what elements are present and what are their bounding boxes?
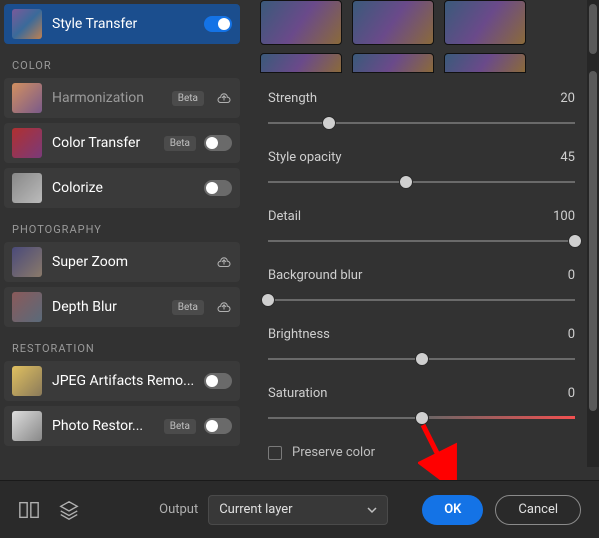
style-presets bbox=[244, 0, 599, 45]
filter-item[interactable]: Color TransferBeta bbox=[4, 123, 240, 163]
slider-value: 100 bbox=[553, 209, 575, 224]
slider-label: Background blur bbox=[268, 268, 362, 283]
slider-handle[interactable] bbox=[415, 411, 429, 425]
slider-track[interactable] bbox=[268, 293, 575, 307]
section-header: PHOTOGRAPHY bbox=[4, 213, 240, 242]
slider-value: 20 bbox=[560, 91, 575, 106]
slider-track[interactable] bbox=[268, 116, 575, 130]
filter-item[interactable]: Super Zoom bbox=[4, 242, 240, 282]
toggle-switch[interactable] bbox=[204, 418, 232, 434]
slider-handle[interactable] bbox=[322, 116, 336, 130]
filter-label: Super Zoom bbox=[52, 254, 212, 270]
toggle-switch[interactable] bbox=[204, 16, 232, 32]
slider-value: 0 bbox=[568, 327, 575, 342]
slider-label: Strength bbox=[268, 91, 317, 106]
slider-track[interactable] bbox=[268, 352, 575, 366]
cloud-icon bbox=[216, 92, 232, 105]
filter-icon bbox=[12, 173, 42, 203]
slider-handle[interactable] bbox=[415, 352, 429, 366]
output-select[interactable]: Current layer bbox=[208, 495, 388, 525]
ok-button[interactable]: OK bbox=[422, 495, 483, 525]
slider-handle[interactable] bbox=[568, 234, 582, 248]
slider-label: Saturation bbox=[268, 386, 327, 401]
section-header: COLOR bbox=[4, 49, 240, 78]
style-preset[interactable] bbox=[444, 0, 526, 45]
slider-handle[interactable] bbox=[261, 293, 275, 307]
beta-badge: Beta bbox=[172, 300, 204, 315]
filter-icon bbox=[12, 292, 42, 322]
slider-handle[interactable] bbox=[399, 175, 413, 189]
output-label: Output bbox=[159, 502, 198, 517]
beta-badge: Beta bbox=[172, 91, 204, 106]
style-preset[interactable] bbox=[352, 53, 434, 73]
presets-scrollbar[interactable] bbox=[587, 0, 599, 67]
filter-icon bbox=[12, 411, 42, 441]
filter-item[interactable]: JPEG Artifacts Remo... bbox=[4, 361, 240, 401]
filter-label: Photo Restor... bbox=[52, 418, 164, 434]
filter-icon bbox=[12, 83, 42, 113]
slider-control: Saturation 0 bbox=[268, 386, 575, 425]
toggle-switch[interactable] bbox=[204, 135, 232, 151]
cancel-button[interactable]: Cancel bbox=[495, 495, 581, 525]
section-header: RESTORATION bbox=[4, 332, 240, 361]
filter-label: Color Transfer bbox=[52, 135, 164, 151]
output-value: Current layer bbox=[219, 502, 292, 517]
style-presets-row2 bbox=[244, 45, 599, 73]
slider-value: 0 bbox=[568, 268, 575, 283]
toggle-switch[interactable] bbox=[204, 180, 232, 196]
filter-label: Style Transfer bbox=[52, 16, 204, 32]
cloud-icon bbox=[216, 301, 232, 314]
preserve-color-row: Preserve color bbox=[268, 445, 575, 460]
slider-control: Strength 20 bbox=[268, 91, 575, 130]
preserve-color-checkbox[interactable] bbox=[268, 446, 282, 460]
preserve-color-label: Preserve color bbox=[292, 445, 375, 460]
slider-value: 45 bbox=[560, 150, 575, 165]
filter-item[interactable]: Depth BlurBeta bbox=[4, 287, 240, 327]
sidebar: Style TransferCOLORHarmonizationBetaColo… bbox=[0, 0, 244, 467]
filter-label: Depth Blur bbox=[52, 299, 172, 315]
filter-icon bbox=[12, 128, 42, 158]
toggle-switch[interactable] bbox=[204, 373, 232, 389]
style-preset[interactable] bbox=[352, 0, 434, 45]
slider-control: Background blur 0 bbox=[268, 268, 575, 307]
filter-icon bbox=[12, 247, 42, 277]
filter-item[interactable]: Colorize bbox=[4, 168, 240, 208]
filter-label: Harmonization bbox=[52, 90, 172, 106]
chevron-down-icon bbox=[367, 505, 377, 515]
slider-control: Brightness 0 bbox=[268, 327, 575, 366]
slider-track[interactable] bbox=[268, 411, 575, 425]
slider-value: 0 bbox=[568, 386, 575, 401]
slider-track[interactable] bbox=[268, 175, 575, 189]
beta-badge: Beta bbox=[164, 136, 196, 151]
slider-control: Style opacity 45 bbox=[268, 150, 575, 189]
filter-item[interactable]: Photo Restor...Beta bbox=[4, 406, 240, 446]
style-preset[interactable] bbox=[260, 0, 342, 45]
style-preset[interactable] bbox=[260, 53, 342, 73]
filter-label: Colorize bbox=[52, 180, 204, 196]
slider-track[interactable] bbox=[268, 234, 575, 248]
filter-label: JPEG Artifacts Remo... bbox=[52, 373, 204, 389]
beta-badge: Beta bbox=[164, 419, 196, 434]
slider-label: Style opacity bbox=[268, 150, 342, 165]
settings-scrollbar[interactable] bbox=[587, 67, 599, 467]
cloud-icon bbox=[216, 256, 232, 269]
style-preset[interactable] bbox=[444, 53, 526, 73]
filter-item[interactable]: Style Transfer bbox=[4, 4, 240, 44]
slider-label: Brightness bbox=[268, 327, 330, 342]
compare-icon[interactable] bbox=[18, 499, 40, 521]
slider-label: Detail bbox=[268, 209, 301, 224]
layers-icon[interactable] bbox=[58, 499, 80, 521]
settings-panel: Strength 20 Style opacity 45 Detail 100 Backgr… bbox=[244, 0, 599, 467]
slider-control: Detail 100 bbox=[268, 209, 575, 248]
filter-item[interactable]: HarmonizationBeta bbox=[4, 78, 240, 118]
filter-icon bbox=[12, 366, 42, 396]
filter-icon bbox=[12, 9, 42, 39]
footer: Output Current layer OK Cancel bbox=[0, 480, 599, 538]
